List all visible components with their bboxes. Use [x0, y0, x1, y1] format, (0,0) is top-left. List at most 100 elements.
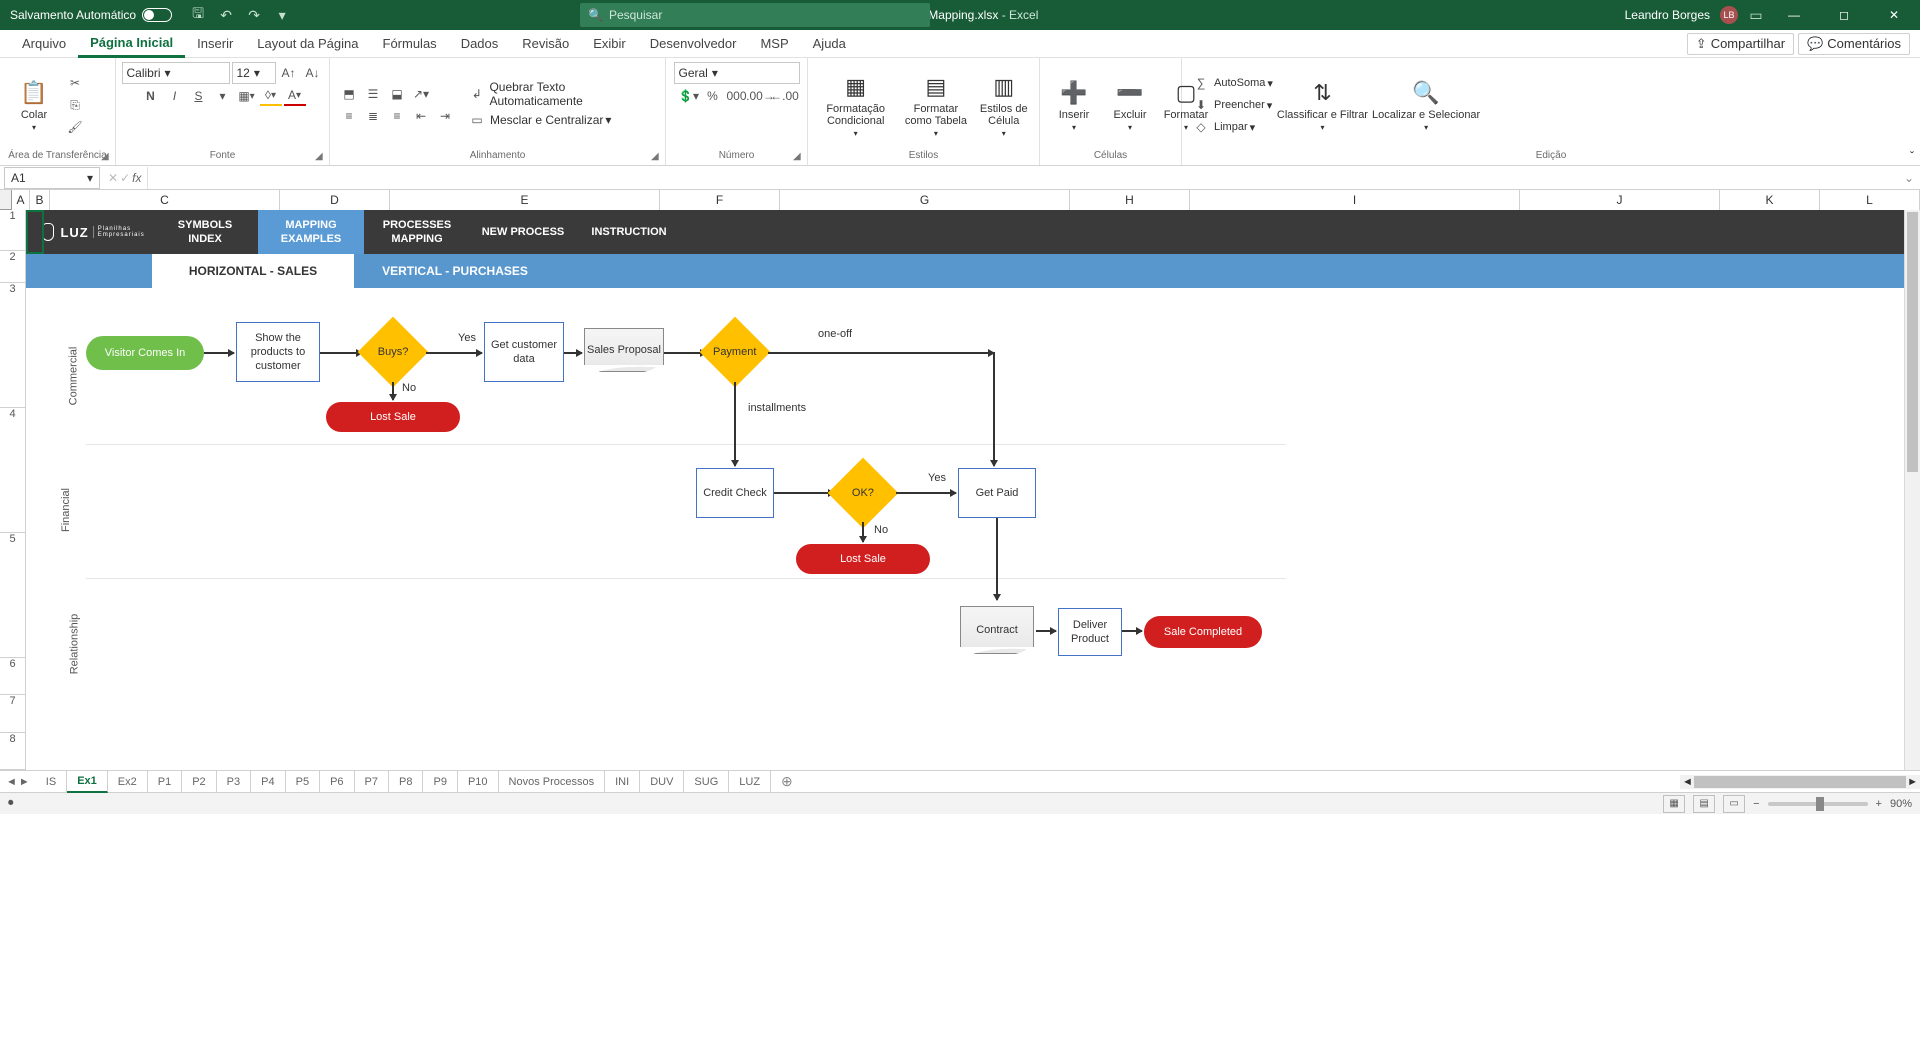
sort-filter-button[interactable]: ⇅Classificar e Filtrar▾: [1277, 79, 1368, 132]
shape-process[interactable]: Deliver Product: [1058, 608, 1122, 656]
align-right-icon[interactable]: ≡: [386, 106, 408, 126]
shape-process[interactable]: Get customer data: [484, 322, 564, 382]
column-header[interactable]: J: [1520, 190, 1720, 210]
nav-item[interactable]: PROCESSESMAPPING: [364, 210, 470, 254]
cancel-icon[interactable]: ✕: [108, 171, 118, 185]
save-icon[interactable]: 🖫: [190, 7, 206, 23]
fill-button[interactable]: ⬇Preencher ▾: [1190, 95, 1273, 115]
sheet-tab[interactable]: P10: [458, 771, 499, 793]
sheet-tab[interactable]: LUZ: [729, 771, 771, 793]
column-header[interactable]: H: [1070, 190, 1190, 210]
percent-icon[interactable]: %: [702, 86, 724, 106]
tab-formulas[interactable]: Fórmulas: [371, 30, 449, 58]
avatar[interactable]: LB: [1720, 6, 1738, 24]
canvas[interactable]: LUZ Planilhas Empresariais SYMBOLSINDEXM…: [26, 210, 1920, 770]
font-name-combo[interactable]: Calibri▾: [122, 62, 230, 84]
shape-decision-payment[interactable]: Payment: [700, 317, 771, 388]
format-as-table-button[interactable]: ▤Formatar como Tabela▾: [899, 73, 972, 138]
shape-decision-buys[interactable]: Buys?: [358, 317, 429, 388]
autosum-button[interactable]: ∑AutoSoma ▾: [1190, 73, 1273, 93]
conditional-formatting-button[interactable]: ▦Formatação Condicional▾: [816, 73, 895, 138]
shape-start[interactable]: Visitor Comes In: [86, 336, 204, 370]
sheet-tab[interactable]: P3: [217, 771, 251, 793]
sheet-next-icon[interactable]: ►: [19, 776, 30, 788]
expand-formula-bar-icon[interactable]: ⌄: [1898, 171, 1920, 185]
sheet-tab[interactable]: P5: [286, 771, 320, 793]
dialog-launcher-icon[interactable]: ◢: [315, 151, 327, 163]
nav-item[interactable]: INSTRUCTION: [576, 210, 682, 254]
select-all-corner[interactable]: [0, 190, 12, 210]
zoom-out-button[interactable]: −: [1753, 798, 1759, 810]
nav-item[interactable]: SYMBOLSINDEX: [152, 210, 258, 254]
sheet-nav-arrows[interactable]: ◄►: [0, 776, 36, 788]
zoom-thumb[interactable]: [1816, 797, 1824, 811]
share-button[interactable]: ⇪Compartilhar: [1687, 33, 1794, 55]
fx-icon[interactable]: fx: [132, 171, 141, 185]
sheet-tab[interactable]: Ex2: [108, 771, 148, 793]
row-header[interactable]: 4: [0, 408, 26, 533]
shape-process[interactable]: Get Paid: [958, 468, 1036, 518]
qat-customize-icon[interactable]: ▾: [274, 7, 290, 23]
scrollbar-thumb[interactable]: [1907, 212, 1918, 472]
tab-help[interactable]: Ajuda: [801, 30, 858, 58]
sheet-prev-icon[interactable]: ◄: [6, 776, 17, 788]
copy-icon[interactable]: ⎘: [64, 95, 86, 115]
minimize-button[interactable]: ―: [1774, 0, 1814, 30]
cell-styles-button[interactable]: ▥Estilos de Célula▾: [976, 73, 1031, 138]
dialog-launcher-icon[interactable]: ◢: [651, 151, 663, 163]
shape-process[interactable]: Show the products to customer: [236, 322, 320, 382]
shape-terminator-completed[interactable]: Sale Completed: [1144, 616, 1262, 648]
redo-icon[interactable]: ↷: [246, 7, 262, 23]
column-header[interactable]: G: [780, 190, 1070, 210]
strike-icon[interactable]: ▾: [212, 86, 234, 106]
row-header[interactable]: 5: [0, 533, 26, 658]
horizontal-scrollbar[interactable]: ◄ ►: [1680, 775, 1920, 789]
indent-decrease-icon[interactable]: ⇤: [410, 106, 432, 126]
tab-msp[interactable]: MSP: [748, 30, 800, 58]
normal-view-button[interactable]: ▦: [1663, 795, 1685, 813]
ribbon-display-icon[interactable]: ▭: [1748, 7, 1764, 23]
nav-item[interactable]: MAPPINGEXAMPLES: [258, 210, 364, 254]
shape-decision-ok[interactable]: OK?: [828, 458, 899, 529]
sheet-tab[interactable]: P1: [148, 771, 182, 793]
column-header[interactable]: E: [390, 190, 660, 210]
zoom-slider[interactable]: [1768, 802, 1868, 806]
wrap-text-button[interactable]: ↲Quebrar Texto Automaticamente: [466, 80, 657, 108]
sheet-tab[interactable]: DUV: [640, 771, 684, 793]
merge-center-button[interactable]: ▭Mesclar e Centralizar ▾: [466, 110, 657, 130]
maximize-button[interactable]: ◻: [1824, 0, 1864, 30]
indent-increase-icon[interactable]: ⇥: [434, 106, 456, 126]
new-sheet-button[interactable]: ⊕: [771, 773, 803, 790]
align-top-icon[interactable]: ⬒: [338, 84, 360, 104]
orientation-icon[interactable]: ↗▾: [410, 84, 432, 104]
sheet-tab[interactable]: P7: [355, 771, 389, 793]
tab-review[interactable]: Revisão: [510, 30, 581, 58]
page-layout-view-button[interactable]: ▤: [1693, 795, 1715, 813]
shape-document-proposal[interactable]: Sales Proposal: [584, 328, 664, 372]
row-header[interactable]: 8: [0, 733, 26, 770]
comments-button[interactable]: 💬Comentários: [1798, 33, 1910, 55]
undo-icon[interactable]: ↶: [218, 7, 234, 23]
zoom-level[interactable]: 90%: [1890, 798, 1912, 810]
dialog-launcher-icon[interactable]: ◢: [101, 151, 113, 163]
cut-icon[interactable]: ✂: [64, 73, 86, 93]
align-middle-icon[interactable]: ☰: [362, 84, 384, 104]
column-header[interactable]: F: [660, 190, 780, 210]
bold-button[interactable]: N: [140, 86, 162, 106]
toggle-icon[interactable]: [142, 8, 172, 22]
sheet-tab[interactable]: IS: [36, 771, 67, 793]
paste-button[interactable]: 📋 Colar ▾: [8, 79, 60, 132]
font-size-combo[interactable]: 12▾: [232, 62, 276, 84]
decrease-decimal-icon[interactable]: ←.00: [774, 86, 796, 106]
sub-tab[interactable]: HORIZONTAL - SALES: [152, 254, 354, 288]
scroll-right-icon[interactable]: ►: [1907, 776, 1918, 788]
column-header[interactable]: D: [280, 190, 390, 210]
italic-button[interactable]: I: [164, 86, 186, 106]
font-color-icon[interactable]: A▾: [284, 86, 306, 106]
record-macro-icon[interactable]: ⏺: [8, 797, 14, 810]
insert-cells-button[interactable]: ➕Inserir▾: [1048, 79, 1100, 132]
page-break-view-button[interactable]: ▭: [1723, 795, 1745, 813]
align-left-icon[interactable]: ≡: [338, 106, 360, 126]
column-header[interactable]: K: [1720, 190, 1820, 210]
close-button[interactable]: ✕: [1874, 0, 1914, 30]
